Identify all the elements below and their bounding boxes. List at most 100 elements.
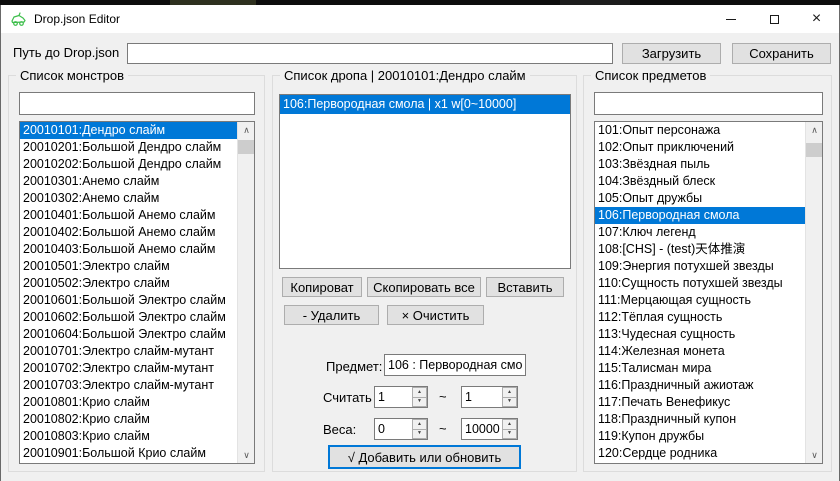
list-item[interactable]: 20010401:Большой Анемо слайм — [20, 207, 237, 224]
weight-tilde: ~ — [439, 421, 447, 436]
list-item[interactable]: 20010604:Большой Электро слайм — [20, 326, 237, 343]
list-item[interactable]: 20010702:Электро слайм-мутант — [20, 360, 237, 377]
list-item[interactable]: 106:Первородная смола | x1 w[0~10000] — [280, 95, 570, 114]
stepper-up-icon[interactable]: ▲ — [412, 419, 427, 430]
items-group: Список предметов 101:Опыт персонажа102:О… — [583, 75, 832, 472]
list-item[interactable]: 105:Опыт дружбы — [595, 190, 805, 207]
stepper-down-icon[interactable]: ▼ — [502, 398, 517, 408]
monsters-group-title: Список монстров — [16, 68, 128, 83]
list-item[interactable]: 20010701:Электро слайм-мутант — [20, 343, 237, 360]
list-item[interactable]: 106:Первородная смола — [595, 207, 805, 224]
close-button[interactable]: × — [794, 5, 839, 33]
add-or-update-button[interactable]: √ Добавить или обновить — [328, 445, 521, 469]
scroll-down-icon[interactable]: ∨ — [806, 447, 823, 463]
weight-max-stepper[interactable]: 10000 ▲ ▼ — [461, 418, 518, 440]
scroll-up-icon[interactable]: ∧ — [806, 122, 823, 138]
count-min-value[interactable]: 1 — [375, 387, 412, 407]
list-item[interactable]: 20010403:Большой Анемо слайм — [20, 241, 237, 258]
list-item[interactable]: 20010901:Большой Крио слайм — [20, 445, 237, 462]
count-min-stepper[interactable]: 1 ▲ ▼ — [374, 386, 428, 408]
list-item[interactable]: 20010101:Дендро слайм — [20, 122, 237, 139]
list-item[interactable]: 109:Энергия потухшей звезды — [595, 258, 805, 275]
list-item[interactable]: 20010201:Большой Дендро слайм — [20, 139, 237, 156]
copy-button[interactable]: Копироват — [282, 277, 362, 297]
list-item[interactable]: 20010802:Крио слайм — [20, 411, 237, 428]
stepper-buttons: ▲ ▼ — [502, 419, 517, 439]
list-item[interactable]: 20010302:Анемо слайм — [20, 190, 237, 207]
stepper-buttons: ▲ ▼ — [412, 419, 427, 439]
drops-group-title: Список дропа | 20010101:Дендро слайм — [280, 68, 530, 83]
clear-button[interactable]: × Очистить — [387, 305, 484, 325]
paste-button[interactable]: Вставить — [486, 277, 564, 297]
window-title: Drop.json Editor — [34, 5, 120, 33]
stepper-up-icon[interactable]: ▲ — [502, 419, 517, 430]
delete-button[interactable]: - Удалить — [284, 305, 379, 325]
list-item[interactable]: 20010502:Электро слайм — [20, 275, 237, 292]
weight-min-value[interactable]: 0 — [375, 419, 412, 439]
list-item[interactable]: 118:Праздничный купон — [595, 411, 805, 428]
stepper-down-icon[interactable]: ▼ — [412, 398, 427, 408]
app-icon — [10, 11, 27, 28]
stepper-up-icon[interactable]: ▲ — [502, 387, 517, 398]
count-max-value[interactable]: 1 — [462, 387, 502, 407]
count-label: Считать — [323, 390, 372, 406]
list-item[interactable]: 120:Сердце родника — [595, 445, 805, 462]
app-window: Drop.json Editor × Путь до Drop.json Заг… — [0, 5, 840, 481]
scroll-down-icon[interactable]: ∨ — [238, 447, 255, 463]
list-item[interactable]: 111:Мерцающая сущность — [595, 292, 805, 309]
monsters-listbox: 20010101:Дендро слайм20010201:Большой Де… — [19, 121, 255, 464]
list-item[interactable]: 110:Сущность потухшей звезды — [595, 275, 805, 292]
minimize-icon — [726, 19, 736, 20]
list-item[interactable]: 101:Опыт персонажа — [595, 122, 805, 139]
titlebar: Drop.json Editor × — [1, 5, 839, 33]
item-input[interactable] — [384, 354, 526, 376]
path-input[interactable] — [127, 43, 613, 64]
list-item[interactable]: 113:Чудесная сущность — [595, 326, 805, 343]
count-tilde: ~ — [439, 389, 447, 404]
maximize-button[interactable] — [752, 5, 797, 33]
list-item[interactable]: 20010703:Электро слайм-мутант — [20, 377, 237, 394]
items-filter-input[interactable] — [594, 92, 823, 115]
weight-min-stepper[interactable]: 0 ▲ ▼ — [374, 418, 428, 440]
list-item[interactable]: 112:Тёплая сущность — [595, 309, 805, 326]
stepper-down-icon[interactable]: ▼ — [412, 430, 427, 440]
list-item[interactable]: 115:Талисман мира — [595, 360, 805, 377]
list-item[interactable]: 104:Звёздный блеск — [595, 173, 805, 190]
items-rows: 101:Опыт персонажа102:Опыт приключений10… — [595, 122, 805, 463]
scroll-up-icon[interactable]: ∧ — [238, 122, 255, 138]
monsters-scrollbar[interactable]: ∧ ∨ — [237, 122, 254, 463]
scrollbar-thumb[interactable] — [238, 140, 255, 154]
count-max-stepper[interactable]: 1 ▲ ▼ — [461, 386, 518, 408]
scrollbar-thumb[interactable] — [806, 143, 823, 157]
list-item[interactable]: 107:Ключ легенд — [595, 224, 805, 241]
monsters-filter-input[interactable] — [19, 92, 255, 115]
list-item[interactable]: 20010202:Большой Дендро слайм — [20, 156, 237, 173]
list-item[interactable]: 117:Печать Венефикус — [595, 394, 805, 411]
list-item[interactable]: 119:Купон дружбы — [595, 428, 805, 445]
list-item[interactable]: 20010501:Электро слайм — [20, 258, 237, 275]
list-item[interactable]: 20010402:Большой Анемо слайм — [20, 224, 237, 241]
stepper-buttons: ▲ ▼ — [502, 387, 517, 407]
list-item[interactable]: 102:Опыт приключений — [595, 139, 805, 156]
list-item[interactable]: 116:Праздничный ажиотаж — [595, 377, 805, 394]
list-item[interactable]: 20010602:Большой Электро слайм — [20, 309, 237, 326]
maximize-icon — [770, 15, 779, 24]
list-item[interactable]: 20010601:Большой Электро слайм — [20, 292, 237, 309]
save-button[interactable]: Сохранить — [732, 43, 831, 64]
list-item[interactable]: 103:Звёздная пыль — [595, 156, 805, 173]
list-item[interactable]: 114:Железная монета — [595, 343, 805, 360]
weight-max-value[interactable]: 10000 — [462, 419, 502, 439]
copy-all-button[interactable]: Скопировать все — [367, 277, 481, 297]
list-item[interactable]: 108:[CHS] - (test)天体推演 — [595, 241, 805, 258]
stepper-down-icon[interactable]: ▼ — [502, 430, 517, 440]
path-label: Путь до Drop.json — [13, 43, 119, 63]
items-scrollbar[interactable]: ∧ ∨ — [805, 122, 822, 463]
list-item[interactable]: 20010301:Анемо слайм — [20, 173, 237, 190]
list-item[interactable]: 20010801:Крио слайм — [20, 394, 237, 411]
stepper-up-icon[interactable]: ▲ — [412, 387, 427, 398]
load-button[interactable]: Загрузить — [622, 43, 721, 64]
screen: Drop.json Editor × Путь до Drop.json Заг… — [0, 0, 840, 481]
list-item[interactable]: 20010803:Крио слайм — [20, 428, 237, 445]
stepper-buttons: ▲ ▼ — [412, 387, 427, 407]
minimize-button[interactable] — [708, 5, 753, 33]
